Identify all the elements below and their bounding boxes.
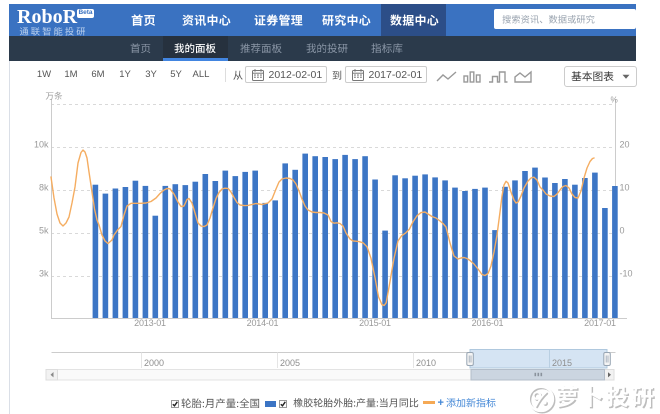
svg-text:2010: 2010 bbox=[416, 358, 436, 368]
svg-text:2005: 2005 bbox=[280, 358, 300, 368]
svg-text:2015: 2015 bbox=[552, 358, 572, 368]
svg-text:2000: 2000 bbox=[144, 358, 164, 368]
